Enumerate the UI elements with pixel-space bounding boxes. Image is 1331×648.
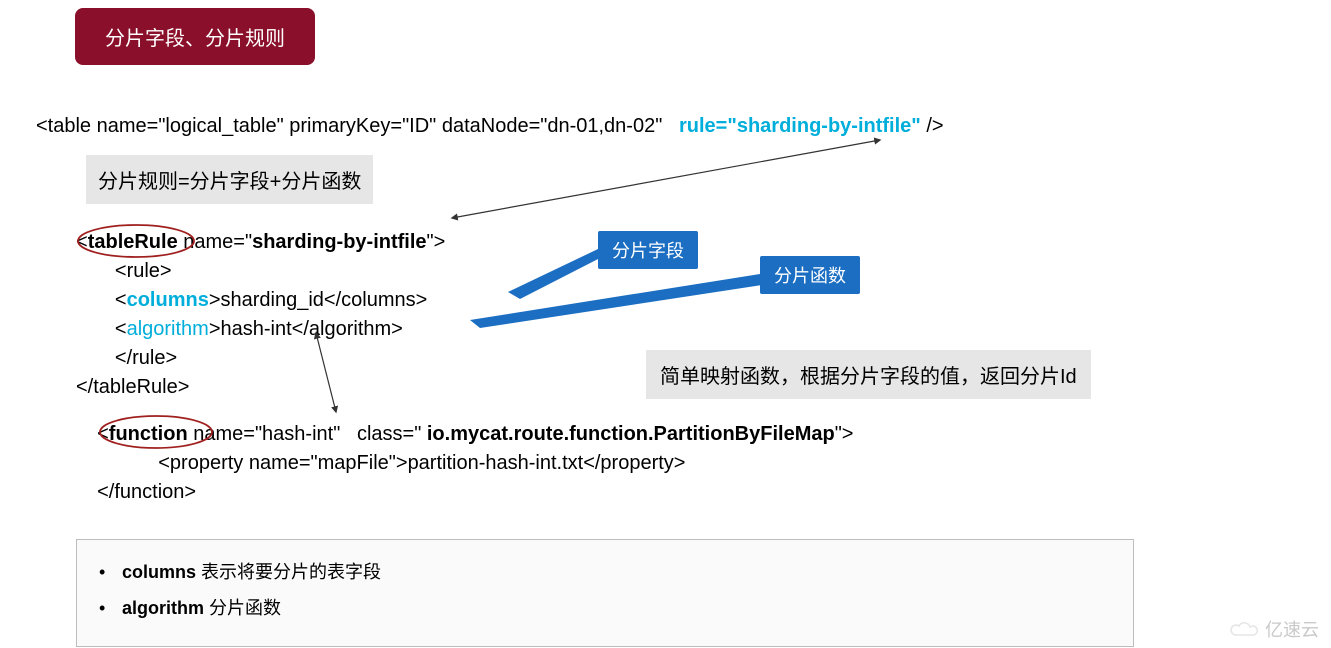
pointer-field [508,249,600,299]
arrow-rule-link [452,140,880,218]
c2-l3: </function> [86,481,196,503]
callout-field: 分片字段 [598,231,698,269]
c1-l4c: >hash-int</algorithm> [209,318,403,340]
grey-note-text: 简单映射函数，根据分片字段的值，返回分片Id [660,366,1077,388]
bullet-dot-icon: • [99,562,117,583]
cloud-icon [1229,619,1259,639]
c2-l1c: name="hash-int" class=" [188,423,427,445]
bullet-1-text: 表示将要分片的表字段 [196,562,381,582]
c1-l6: </tableRule> [76,376,189,398]
c1-l1c: name=" [178,231,252,253]
table-rule-attr: rule="sharding-by-intfile" [679,115,921,137]
c1-l1d: sharding-by-intfile [252,231,426,253]
c1-l4b: algorithm [127,318,209,340]
callout-field-text: 分片字段 [612,241,684,261]
c1-l1e: "> [427,231,446,253]
c1-l2: <rule> [76,260,172,282]
c1-l4a: < [76,318,127,340]
table-definition-line: <table name="logical_table" primaryKey="… [36,115,944,138]
bullet-1: • columns 表示将要分片的表字段 [99,558,1111,584]
c1-l1b: tableRule [88,231,178,253]
title-badge: 分片字段、分片规则 [75,8,315,65]
c1-l1a: < [76,231,88,253]
bullet-1-key: columns [122,562,196,582]
bullet-2-key: algorithm [122,598,204,618]
c1-l5: </rule> [76,347,177,369]
formula-text: 分片规则=分片字段+分片函数 [98,171,361,193]
c2-l2: <property name="mapFile">partition-hash-… [86,452,685,474]
title-text: 分片字段、分片规则 [105,28,285,50]
c2-l1e: "> [835,423,854,445]
bullet-dot-icon: • [99,598,117,619]
table-prefix: <table name="logical_table" primaryKey="… [36,115,679,137]
tablerule-code: <tableRule name="sharding-by-intfile"> <… [76,228,445,402]
table-suffix: /> [921,115,944,137]
watermark: 亿速云 [1229,616,1319,642]
callout-func-text: 分片函数 [774,266,846,286]
watermark-text: 亿速云 [1265,616,1319,642]
bullet-2: • algorithm 分片函数 [99,594,1111,620]
pointer-func [470,274,762,328]
c1-l3b: columns [127,289,209,311]
c1-l3a: < [76,289,127,311]
formula-box: 分片规则=分片字段+分片函数 [86,155,373,204]
grey-note: 简单映射函数，根据分片字段的值，返回分片Id [646,350,1091,399]
c2-l1d: io.mycat.route.function.PartitionByFileM… [427,423,835,445]
bullet-2-text: 分片函数 [204,598,281,618]
function-code: <function name="hash-int" class=" io.myc… [86,420,853,507]
c1-l3c: >sharding_id</columns> [209,289,427,311]
c2-l1a: < [86,423,109,445]
callout-func: 分片函数 [760,256,860,294]
bullet-box: • columns 表示将要分片的表字段 • algorithm 分片函数 [76,539,1134,647]
c2-l1b: function [109,423,188,445]
